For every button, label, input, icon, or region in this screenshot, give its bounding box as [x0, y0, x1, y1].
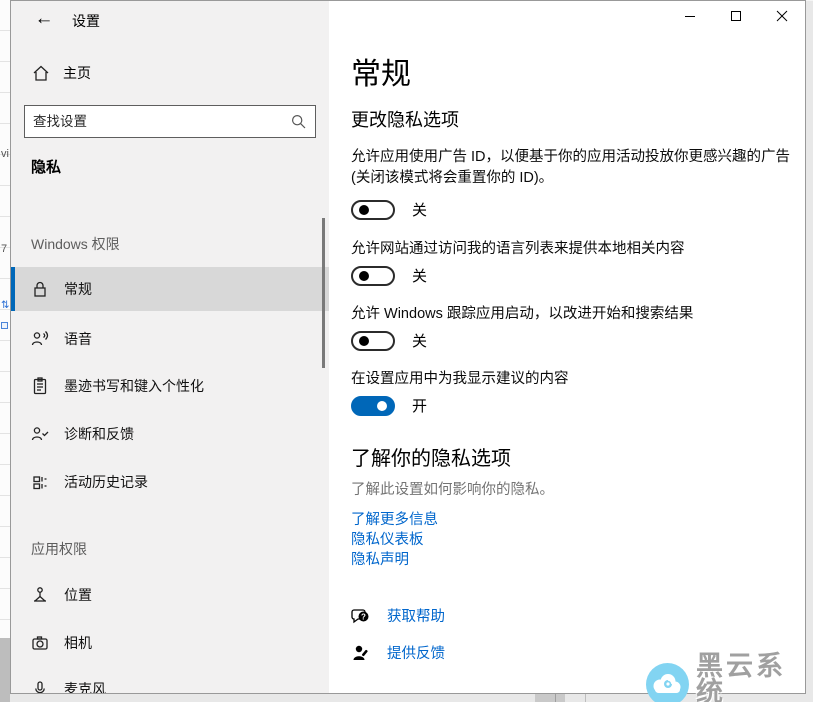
location-icon [30, 585, 50, 605]
back-button[interactable]: ← [29, 5, 59, 33]
desktop-right-edge [805, 0, 813, 702]
setting-row: 开 [351, 395, 427, 416]
toggle-advertising-id[interactable] [351, 200, 395, 220]
sidebar-scrollbar-thumb[interactable] [322, 218, 325, 368]
help-bubble-icon: ? [351, 606, 371, 626]
give-feedback-row: 提供反馈 [351, 642, 445, 663]
toggle-suggested-content[interactable] [351, 396, 395, 416]
close-button[interactable] [759, 1, 805, 31]
sidebar-item-label: 语音 [64, 329, 92, 349]
sidebar-item-label: 诊断和反馈 [64, 424, 134, 444]
minimize-button[interactable] [667, 1, 713, 31]
background-cell-fragment [1, 322, 8, 329]
sidebar-item-home[interactable]: 主页 [31, 63, 91, 83]
setting-row: 关 [351, 330, 427, 351]
setting-description: 允许应用使用广告 ID，以便基于你的应用活动投放你更感兴趣的广告(关闭该模式将会… [351, 147, 805, 189]
settings-sidebar: ← 设置 主页 隐私 Windows 权限 [11, 1, 329, 693]
sidebar-item-speech[interactable]: 语音 [11, 317, 329, 361]
feedback-person-icon [351, 643, 371, 663]
sort-arrows-icon: ⇅ [1, 300, 9, 311]
camera-icon [30, 633, 50, 653]
category-title: 隐私 [31, 156, 61, 177]
sidebar-item-location[interactable]: 位置 [11, 573, 329, 617]
home-icon [31, 63, 51, 83]
sidebar-item-general[interactable]: 常规 [11, 267, 329, 311]
page-subtitle: 更改隐私选项 [351, 106, 459, 132]
watermark-cloud-logo [645, 662, 690, 702]
settings-content: 常规 更改隐私选项 允许应用使用广告 ID，以便基于你的应用活动投放你更感兴趣的… [329, 1, 805, 693]
sidebar-item-diagnostics-feedback[interactable]: 诊断和反馈 [11, 412, 329, 456]
section-header-app-permissions: 应用权限 [31, 539, 87, 559]
setting-row: 关 [351, 265, 427, 286]
background-window-left-edge: vi 7 ⇅ [0, 0, 10, 702]
activity-history-icon [30, 472, 50, 492]
sidebar-item-label: 位置 [64, 585, 92, 605]
toggle-state-label: 开 [412, 395, 427, 416]
background-window-fragment [0, 638, 10, 702]
sidebar-item-label: 麦克风 [64, 679, 106, 693]
link-privacy-statement[interactable]: 隐私声明 [351, 548, 409, 569]
get-help-link[interactable]: 获取帮助 [387, 605, 445, 626]
sidebar-home-label: 主页 [63, 63, 91, 83]
microphone-icon [30, 679, 50, 693]
desktop: vi 7 ⇅ ← 设置 主页 [0, 0, 813, 702]
page-title: 常规 [351, 49, 411, 93]
svg-text:?: ? [361, 612, 366, 621]
back-arrow-icon: ← [35, 8, 54, 30]
setting-description: 允许网站通过访问我的语言列表来提供本地相关内容 [351, 239, 805, 260]
background-window-fragment [535, 693, 565, 702]
background-text-fragment: vi [1, 148, 9, 160]
sidebar-item-activity-history[interactable]: 活动历史记录 [11, 460, 329, 504]
maximize-button[interactable] [713, 1, 759, 31]
give-feedback-link[interactable]: 提供反馈 [387, 642, 445, 663]
background-window-fragment [585, 693, 586, 702]
search-box [24, 105, 316, 138]
setting-description: 允许 Windows 跟踪应用启动，以改进开始和搜索结果 [351, 304, 805, 325]
background-window-fragment [555, 693, 556, 702]
setting-row: 关 [351, 199, 427, 220]
toggle-state-label: 关 [412, 265, 427, 286]
toggle-state-label: 关 [412, 199, 427, 220]
watermark: 黑云系统 heiyunxitong.com [645, 653, 813, 702]
sidebar-item-inking-typing[interactable]: 墨迹书写和键入个性化 [11, 364, 329, 408]
inking-icon [30, 376, 50, 396]
window-controls [667, 1, 805, 31]
search-input[interactable] [25, 114, 291, 129]
toggle-app-launch-tracking[interactable] [351, 331, 395, 351]
settings-window: ← 设置 主页 隐私 Windows 权限 [10, 0, 806, 694]
search-icon [291, 114, 315, 129]
speech-icon [30, 329, 50, 349]
app-title: 设置 [72, 11, 100, 31]
sidebar-item-label: 活动历史记录 [64, 472, 148, 492]
selected-accent-bar [11, 267, 15, 311]
toggle-language-list[interactable] [351, 266, 395, 286]
sidebar-item-label: 常规 [64, 279, 92, 299]
sidebar-item-label: 相机 [64, 633, 92, 653]
watermark-brand-name: 黑云系统 [696, 653, 813, 702]
sidebar-item-camera[interactable]: 相机 [11, 621, 329, 665]
diagnostics-icon [30, 424, 50, 444]
link-privacy-dashboard[interactable]: 隐私仪表板 [351, 528, 424, 549]
setting-description: 在设置应用中为我显示建议的内容 [351, 369, 805, 390]
lock-icon [30, 279, 50, 299]
section-header-windows-permissions: Windows 权限 [31, 234, 120, 254]
link-learn-more[interactable]: 了解更多信息 [351, 508, 438, 529]
sidebar-item-microphone[interactable]: 麦克风 [11, 667, 329, 693]
privacy-options-title: 了解你的隐私选项 [351, 442, 511, 471]
sidebar-item-label: 墨迹书写和键入个性化 [64, 376, 204, 396]
toggle-state-label: 关 [412, 330, 427, 351]
background-text-fragment: 7 [1, 243, 7, 255]
privacy-options-description: 了解此设置如何影响你的隐私。 [351, 478, 554, 499]
get-help-row: ? 获取帮助 [351, 605, 445, 626]
